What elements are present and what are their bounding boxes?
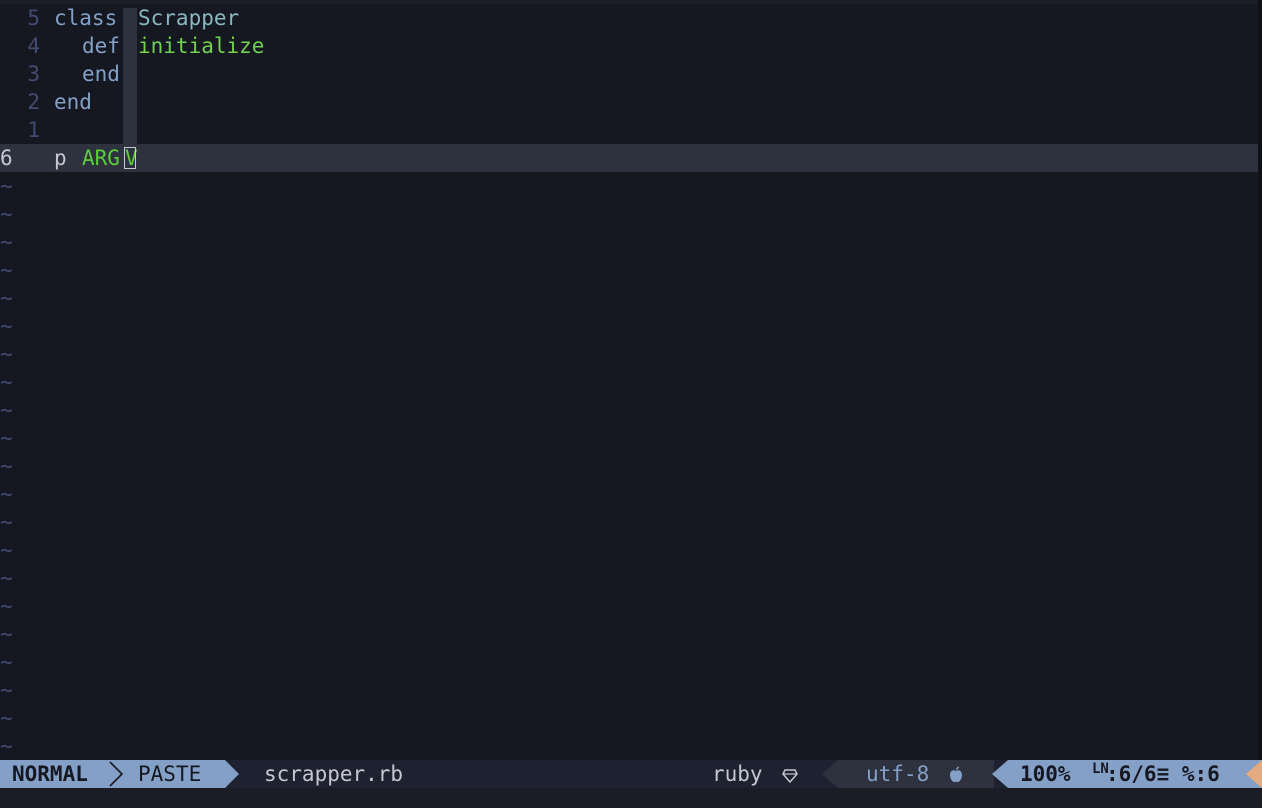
tilde-marker: ~ xyxy=(0,454,13,478)
tilde-line: ~ xyxy=(0,648,1258,676)
encoding-segment: utf-8 xyxy=(838,760,994,788)
tilde-marker: ~ xyxy=(0,286,13,310)
line-number: 5 xyxy=(27,6,40,30)
line-number: 1 xyxy=(27,118,40,142)
method-name-token: initialize xyxy=(138,34,265,58)
tilde-line: ~ xyxy=(0,368,1258,396)
tilde-line: ~ xyxy=(0,396,1258,424)
tilde-line: ~ xyxy=(0,480,1258,508)
tilde-marker: ~ xyxy=(0,342,13,366)
tilde-marker: ~ xyxy=(0,566,13,590)
position-segment: 100% LN :6/6≡ %:6 xyxy=(1008,760,1242,788)
tilde-marker: ~ xyxy=(0,314,13,338)
powerline-arrow-icon xyxy=(992,760,1008,788)
line-number: 4 xyxy=(27,34,40,58)
file-name: scrapper.rb xyxy=(264,762,404,786)
code-line[interactable]: 3 end xyxy=(0,60,1258,88)
line-number: 3 xyxy=(27,62,40,86)
current-line-number: 6 xyxy=(0,146,13,170)
tilde-line: ~ xyxy=(0,732,1258,760)
powerline-arrow-icon xyxy=(822,760,838,788)
tilde-marker: ~ xyxy=(0,678,13,702)
file-type: ruby xyxy=(712,762,763,786)
status-line: NORMAL PASTE scrapper.rb ruby utf-8 100%… xyxy=(0,760,1262,788)
tilde-marker: ~ xyxy=(0,398,13,422)
tilde-marker: ~ xyxy=(0,482,13,506)
tilde-marker: ~ xyxy=(0,650,13,674)
code-line[interactable]: 1 xyxy=(0,116,1258,144)
tilde-line: ~ xyxy=(0,312,1258,340)
class-name-token: Scrapper xyxy=(138,6,240,30)
tilde-line: ~ xyxy=(0,228,1258,256)
code-line[interactable]: 2 end xyxy=(0,88,1258,116)
tilde-line: ~ xyxy=(0,620,1258,648)
mode-indicator: NORMAL xyxy=(0,760,100,788)
constant-token: ARG xyxy=(82,146,120,170)
tilde-line: ~ xyxy=(0,340,1258,368)
tilde-line: ~ xyxy=(0,172,1258,200)
keyword-token: class xyxy=(54,6,118,30)
tilde-line: ~ xyxy=(0,564,1258,592)
editor-buffer[interactable]: 5 class Scrapper 4 def initialize 3 end … xyxy=(0,4,1258,760)
tilde-line: ~ xyxy=(0,256,1258,284)
text-cursor xyxy=(124,147,136,169)
tilde-line: ~ xyxy=(0,592,1258,620)
file-encoding: utf-8 xyxy=(866,762,930,786)
code-line[interactable]: 4 def initialize xyxy=(0,32,1258,60)
tilde-marker: ~ xyxy=(0,622,13,646)
line-number: 2 xyxy=(27,90,40,114)
tilde-line: ~ xyxy=(0,676,1258,704)
tilde-marker: ~ xyxy=(0,734,13,758)
keyword-token: end xyxy=(82,62,120,86)
terminal-window: 5 class Scrapper 4 def initialize 3 end … xyxy=(0,0,1262,808)
tilde-marker: ~ xyxy=(0,426,13,450)
tilde-marker: ~ xyxy=(0,230,13,254)
mode-separator-icon xyxy=(109,761,124,787)
method-call-token: p xyxy=(54,146,67,170)
tilde-marker: ~ xyxy=(0,174,13,198)
tilde-line: ~ xyxy=(0,452,1258,480)
tilde-line: ~ xyxy=(0,536,1258,564)
tilde-marker: ~ xyxy=(0,538,13,562)
scroll-percent: 100% xyxy=(1020,762,1071,786)
keyword-token: end xyxy=(54,90,92,114)
window-edge xyxy=(1258,0,1262,808)
code-line[interactable]: 5 class Scrapper xyxy=(0,4,1258,32)
tilde-line: ~ xyxy=(0,284,1258,312)
command-line[interactable] xyxy=(0,788,1262,808)
code-line-current[interactable]: 6 p ARG xyxy=(0,144,1258,172)
tilde-line: ~ xyxy=(0,200,1258,228)
tilde-marker: ~ xyxy=(0,258,13,282)
tilde-marker: ~ xyxy=(0,594,13,618)
tilde-marker: ~ xyxy=(0,202,13,226)
tilde-marker: ~ xyxy=(0,370,13,394)
tilde-line: ~ xyxy=(0,508,1258,536)
tilde-line: ~ xyxy=(0,704,1258,732)
powerline-arrow-icon xyxy=(225,760,239,788)
tilde-line: ~ xyxy=(0,424,1258,452)
keyword-token: def xyxy=(82,34,120,58)
powerline-arrow-icon xyxy=(1242,760,1262,788)
tilde-marker: ~ xyxy=(0,706,13,730)
cursor-position: :6/6≡ %:6 xyxy=(1106,762,1220,786)
tilde-marker: ~ xyxy=(0,510,13,534)
ruby-icon xyxy=(782,760,798,788)
